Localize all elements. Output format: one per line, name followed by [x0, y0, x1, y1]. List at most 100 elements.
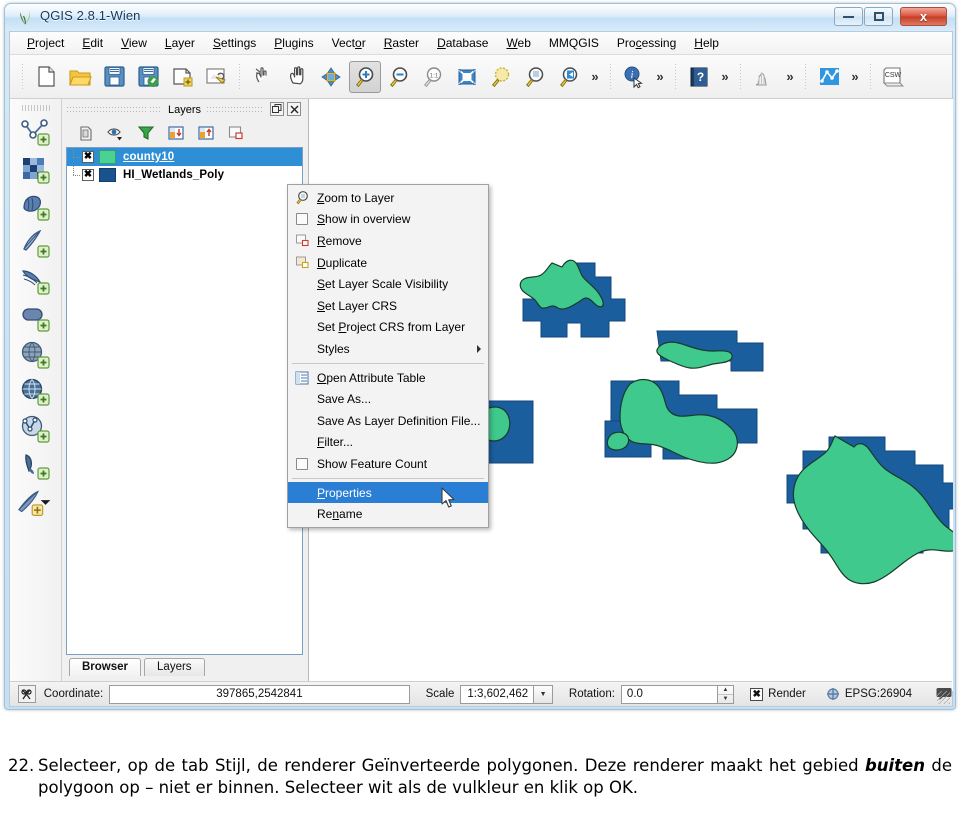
context-menu-label: Styles [317, 341, 350, 356]
graph-tool-icon[interactable] [813, 61, 845, 93]
rotation-stepper[interactable]: ▲ ▼ [717, 684, 735, 704]
maximize-button[interactable] [864, 7, 893, 26]
zoom-in-icon[interactable] [349, 60, 381, 93]
tab-browser[interactable]: Browser [69, 658, 142, 676]
scale-dropdown-chevron-down-icon[interactable]: ▼ [534, 684, 553, 704]
scale-value[interactable]: 1:3,602,462 [460, 684, 535, 704]
toolbar-overflow-chevron[interactable]: » [781, 69, 799, 84]
zoom-full-icon[interactable] [451, 61, 483, 93]
menu-mmqgis[interactable]: MMQGIS [540, 33, 608, 53]
menu-help[interactable]: Help [685, 33, 728, 53]
save-project-as-icon[interactable] [132, 61, 164, 93]
context-menu-item-filter[interactable]: Filter... [288, 432, 488, 454]
zoom-to-selection-icon[interactable] [485, 61, 517, 93]
context-menu-item-remove[interactable]: Remove [288, 230, 488, 252]
add-spatialite-layer-icon[interactable] [16, 337, 56, 373]
toolbar-overflow-chevron[interactable]: » [846, 69, 864, 84]
context-menu-item-set-layer-scale-visibility[interactable]: Set Layer Scale Visibility [288, 273, 488, 295]
zoom-to-layer-icon[interactable] [519, 61, 551, 93]
zoom-native-icon[interactable]: 1:1 [417, 61, 449, 93]
zoom-last-icon[interactable] [553, 61, 585, 93]
context-menu-item-save-as-layer-definition-file[interactable]: Save As Layer Definition File... [288, 410, 488, 432]
layer-context-menu[interactable]: Zoom to Layer Show in overview Remove Du… [287, 184, 489, 528]
menu-view[interactable]: View [112, 33, 156, 53]
add-raster-layer-icon[interactable] [16, 226, 56, 262]
layer-visibility-checkbox[interactable]: ✖ [82, 169, 94, 181]
panel-grip-left [67, 107, 147, 113]
add-group-icon[interactable] [71, 121, 101, 145]
histogram-icon[interactable] [748, 61, 780, 93]
coordinate-value[interactable]: 397865,2542841 [109, 684, 410, 704]
coordinate-capture-icon[interactable] [18, 685, 36, 703]
crs-status-icon[interactable] [826, 687, 840, 701]
new-spatialite-layer-icon[interactable] [16, 152, 56, 188]
context-menu-item-set-layer-crs[interactable]: Set Layer CRS [288, 295, 488, 317]
menu-web[interactable]: Web [497, 33, 539, 53]
add-wms-layer-icon[interactable] [16, 374, 56, 410]
menu-edit[interactable]: Edit [73, 33, 112, 53]
window-title: QGIS 2.8.1-Wien [40, 8, 141, 23]
add-layer-from-plugin-icon[interactable] [16, 485, 56, 521]
add-delimited-text-layer-icon[interactable] [16, 263, 56, 299]
menu-layer[interactable]: Layer [156, 33, 204, 53]
float-panel-icon[interactable] [270, 102, 284, 116]
filter-legend-icon[interactable] [131, 121, 161, 145]
menu-raster[interactable]: Raster [375, 33, 428, 53]
add-wfs-layer-icon[interactable] [16, 411, 56, 447]
close-button[interactable]: x [900, 7, 947, 26]
csw-catalog-icon[interactable]: CSW [878, 61, 910, 93]
collapse-all-icon[interactable] [191, 121, 221, 145]
menu-plugins[interactable]: Plugins [265, 33, 322, 53]
context-menu-item-rename[interactable]: Rename [288, 503, 488, 525]
help-contents-icon[interactable]: ? [683, 61, 715, 93]
add-vector-layer-icon[interactable] [16, 189, 56, 225]
add-postgis-layer-icon[interactable] [16, 300, 56, 336]
layer-tree-item-county10[interactable]: ✖ county10 [67, 148, 302, 166]
menu-project[interactable]: Project [18, 33, 73, 53]
minimize-button[interactable] [834, 7, 863, 26]
crs-label[interactable]: EPSG:26904 [845, 688, 912, 700]
open-project-icon[interactable] [64, 61, 96, 93]
context-menu-item-styles[interactable]: Styles [288, 338, 488, 360]
new-shapefile-layer-icon[interactable] [16, 115, 56, 151]
layer-tree-item-hi-wetlands-poly[interactable]: ✖ HI_Wetlands_Poly [67, 166, 302, 184]
tab-layers[interactable]: Layers [144, 658, 205, 676]
context-menu-item-duplicate[interactable]: Duplicate [288, 252, 488, 274]
remove-layer-icon[interactable] [221, 121, 251, 145]
context-menu-item-set-project-crs-from-layer[interactable]: Set Project CRS from Layer [288, 317, 488, 339]
rotation-value[interactable]: 0.0 [620, 684, 718, 704]
context-menu-item-show-in-overview[interactable]: Show in overview [288, 209, 488, 231]
new-project-icon[interactable] [30, 61, 62, 93]
identify-features-icon[interactable]: i [618, 61, 650, 93]
pan-map-icon[interactable] [281, 61, 313, 93]
layer-tree[interactable]: ✖ county10 ✖ HI_Wetlands_Poly [66, 147, 303, 655]
menu-database[interactable]: Database [428, 33, 497, 53]
toolbar-separator [672, 63, 679, 90]
expand-all-icon[interactable] [161, 121, 191, 145]
context-menu-item-open-attribute-table[interactable]: Open Attribute Table [288, 367, 488, 389]
context-menu-item-show-feature-count[interactable]: Show Feature Count [288, 453, 488, 475]
add-virtual-layer-icon[interactable] [16, 448, 56, 484]
window-resize-grip[interactable] [937, 691, 950, 704]
context-menu-item-save-as[interactable]: Save As... [288, 388, 488, 410]
manage-layer-visibility-icon[interactable] [101, 121, 131, 145]
toolbar-overflow-chevron[interactable]: » [651, 69, 669, 84]
render-checkbox[interactable]: ✖ [750, 687, 764, 701]
menu-vector[interactable]: Vector [323, 33, 375, 53]
layer-visibility-checkbox[interactable]: ✖ [82, 151, 94, 163]
menu-settings[interactable]: Settings [204, 33, 265, 53]
stepper-down-icon[interactable]: ▼ [718, 695, 734, 703]
context-menu-item-properties[interactable]: Properties [288, 481, 488, 504]
stepper-up-icon[interactable]: ▲ [717, 686, 734, 695]
composer-manager-icon[interactable] [200, 61, 232, 93]
touch-zoom-icon[interactable] [247, 61, 279, 93]
pan-to-selection-icon[interactable] [315, 61, 347, 93]
context-menu-item-zoom-to-layer[interactable]: Zoom to Layer [288, 187, 488, 209]
save-project-icon[interactable] [98, 61, 130, 93]
menu-processing[interactable]: Processing [608, 33, 685, 53]
zoom-out-icon[interactable] [383, 61, 415, 93]
close-panel-icon[interactable] [287, 102, 301, 116]
new-print-composer-icon[interactable] [166, 61, 198, 93]
toolbar-overflow-chevron[interactable]: » [586, 69, 604, 84]
toolbar-overflow-chevron[interactable]: » [716, 69, 734, 84]
